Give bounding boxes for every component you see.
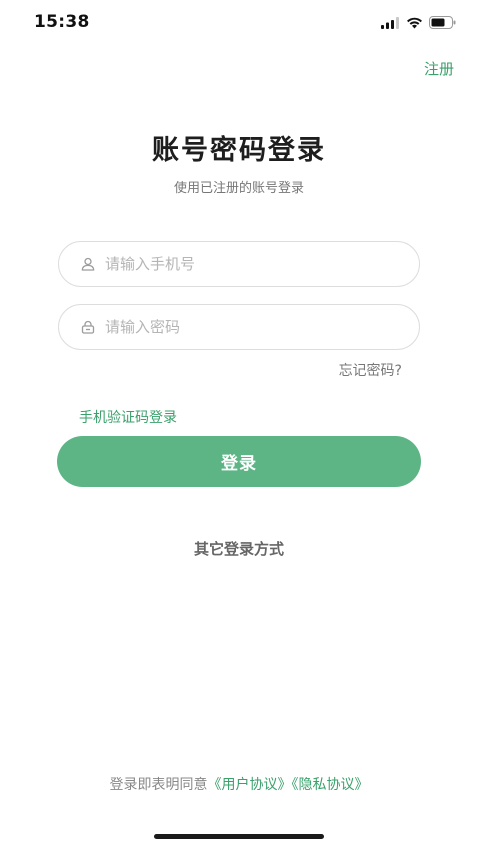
phone-field[interactable]: [58, 241, 420, 287]
agreement-text: 登录即表明同意《用户协议》《隐私协议》: [0, 774, 478, 794]
status-icons: [381, 14, 456, 33]
privacy-agreement-link[interactable]: 《隐私协议》: [292, 777, 369, 793]
sms-login-link[interactable]: 手机验证码登录: [79, 407, 177, 427]
login-button[interactable]: 登录: [57, 436, 421, 487]
register-link[interactable]: 注册: [424, 58, 454, 79]
other-login-methods[interactable]: 其它登录方式: [0, 538, 478, 559]
wifi-icon: [406, 14, 423, 33]
page-title: 账号密码登录: [152, 135, 326, 166]
page-subtitle: 使用已注册的账号登录: [173, 181, 304, 196]
user-icon: [79, 255, 97, 273]
agreement-prefix: 登录即表明同意: [109, 777, 208, 793]
lock-icon: [79, 318, 97, 336]
password-field[interactable]: [58, 304, 420, 350]
home-indicator[interactable]: [154, 834, 324, 839]
forgot-password-link[interactable]: 忘记密码?: [339, 360, 402, 380]
status-bar: 15:38: [0, 0, 478, 44]
status-time: 15:38: [34, 12, 90, 32]
battery-icon: [429, 14, 456, 33]
login-screen: 15:38 注册 账号密码登录 使用已注册的账号登录 请输入手机号 忘记密码? …: [0, 0, 478, 850]
phone-input[interactable]: [103, 254, 397, 274]
user-agreement-link[interactable]: 《用户协议》: [208, 777, 292, 793]
password-input[interactable]: [103, 317, 397, 337]
signal-icon: [381, 14, 400, 33]
